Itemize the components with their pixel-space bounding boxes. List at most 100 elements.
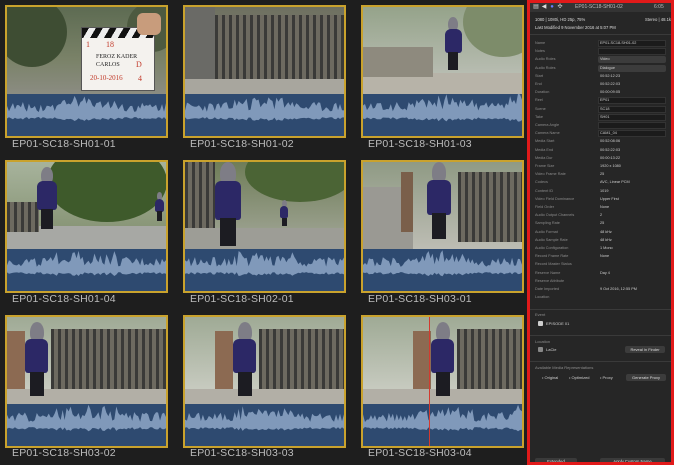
metadata-label: Audio Roles <box>535 57 556 62</box>
original-radio[interactable]: • Original <box>542 375 558 380</box>
metadata-label: Audio Roles <box>535 65 556 70</box>
metadata-label: Frame Size <box>535 164 555 168</box>
info-tab-icon[interactable]: ▤ <box>533 4 539 10</box>
metadata-label: Start <box>535 73 544 78</box>
metadata-label: Record Frame Rate <box>535 254 569 259</box>
audio-waveform <box>7 94 166 136</box>
person-body <box>155 198 164 212</box>
person-legs <box>281 217 287 227</box>
clip-name: EP01-SC18-SH01-03 <box>368 138 472 150</box>
inspector-clip-title: EP01-SC18-SH01-02 <box>575 4 623 10</box>
transform-tab-icon[interactable]: ✣ <box>557 4 563 10</box>
metadata-value: 2 <box>600 213 603 218</box>
proxy-radio[interactable]: • Proxy <box>600 375 613 380</box>
metadata-row: Take SH01 <box>535 113 666 122</box>
clip-thumbnail[interactable] <box>183 160 346 293</box>
metadata-value: 00:52:12:23 <box>600 73 621 78</box>
metadata-row: Codecs AVC, Linear PCM <box>535 179 666 187</box>
metadata-value: 9 Oct 2016, 12:55 PM <box>600 287 637 291</box>
slate-roll: 1 <box>86 40 90 49</box>
clip-name: EP01-SC18-SH03-01 <box>368 293 472 305</box>
optimized-label: Optimized <box>571 375 590 380</box>
person-legs <box>435 371 450 397</box>
metadata-value: 48 kHz <box>600 229 612 234</box>
clip-thumbnail[interactable]: 1 18 FEROZ KADER CARLOS D 20-10-2016 4 <box>5 5 168 138</box>
audio-waveform <box>185 94 344 136</box>
video-frame: 1 18 FEROZ KADER CARLOS D 20-10-2016 4 <box>7 7 166 94</box>
skimmer-playhead[interactable] <box>429 317 430 446</box>
metadata-value: SH01 <box>600 114 610 119</box>
metadata-label: Sampling Rate <box>535 221 560 226</box>
clip-thumbnail[interactable] <box>5 315 168 448</box>
audio-waveform <box>363 94 522 136</box>
clip-thumbnail[interactable] <box>5 160 168 293</box>
person-legs <box>156 211 163 221</box>
metadata-row: Content ID 1019 <box>535 188 666 196</box>
person-body <box>280 206 289 219</box>
inspector-toolbar: ▤ ◀ ● ✣ EP01-SC18-SH01-02 6:05 <box>530 3 671 12</box>
audio-waveform <box>7 249 166 291</box>
person-legs <box>40 208 53 230</box>
metadata-row: Video Frame Rate 25 <box>535 171 666 179</box>
metadata-value: 00:52:22:03 <box>600 147 621 152</box>
video-frame <box>363 162 522 249</box>
clip-name: EP01-SC18-SH01-01 <box>12 138 116 150</box>
waveform <box>185 251 344 276</box>
waveform <box>7 95 166 121</box>
metadata-row: Media End 00:52:22:03 <box>535 147 666 155</box>
person-legs <box>237 371 252 397</box>
metadata-label: Record Master Status <box>535 262 572 267</box>
metadata-label: End <box>535 82 542 86</box>
metadata-label: Video Field Dominance <box>535 196 575 201</box>
metadata-field[interactable] <box>598 48 666 56</box>
person-body <box>25 339 49 374</box>
person-body <box>233 339 257 374</box>
apply-custom-name-button[interactable]: Apply Custom Name <box>600 458 665 462</box>
metadata-row: Field Order None <box>535 204 666 212</box>
metadata-row: Sampling Rate 25 <box>535 220 666 228</box>
metadata-row: Audio Configuration 1 Mono <box>535 245 666 253</box>
optimized-radio[interactable]: • Optimized <box>569 375 590 380</box>
metadata-field[interactable] <box>598 122 666 129</box>
metadata-row: Audio Roles Dialogue <box>535 64 666 73</box>
metadata-value: 00:52:22:03 <box>600 82 621 86</box>
metadata-row: Audio Output Channels 2 <box>535 212 666 220</box>
clip-thumbnail[interactable] <box>183 5 346 138</box>
metadata-label: Audio Format <box>535 229 558 234</box>
metadata-value: SC18 <box>600 106 610 111</box>
person-body <box>427 179 451 215</box>
metadata-value: 25 <box>600 172 605 177</box>
original-label: Original <box>544 375 559 380</box>
slate-scene: 18 <box>106 40 114 49</box>
reveal-in-finder-button[interactable]: Reveal in Finder <box>625 346 665 353</box>
metadata-value: 00:00:09:05 <box>600 90 621 95</box>
metadata-label: Content ID <box>535 188 554 193</box>
metadata-label: Field Order <box>535 205 554 209</box>
extended-view-button[interactable]: Extended <box>535 458 577 462</box>
metadata-label: Audio Sample Rate <box>535 237 568 242</box>
audio-waveform <box>7 404 166 446</box>
metadata-value: None <box>600 254 610 259</box>
audio-waveform <box>363 249 522 291</box>
audio-tab-icon[interactable]: ◀ <box>541 4 547 10</box>
video-frame <box>7 317 166 404</box>
metadata-value: AVC, Linear PCM <box>600 180 630 185</box>
clip-thumbnail[interactable] <box>183 315 346 448</box>
metadata-row: Record Master Status <box>535 261 666 269</box>
metadata-label: Reserve Attribute <box>535 278 565 283</box>
clip-thumbnail[interactable] <box>361 315 524 448</box>
metadata-row: Video Field Dominance Upper First <box>535 196 666 204</box>
metadata-row: Frame Size 1920 x 1080 <box>535 163 666 171</box>
clip-thumbnail[interactable] <box>361 5 524 138</box>
metadata-value: Video <box>600 57 610 62</box>
generate-proxy-button[interactable]: Generate Proxy <box>626 374 666 381</box>
metadata-label: Date Imported <box>535 287 560 291</box>
metadata-row: Scene SC18 <box>535 105 666 114</box>
video-frame <box>185 162 344 249</box>
color-tab-icon[interactable]: ● <box>549 4 555 10</box>
clip-thumbnail[interactable] <box>361 160 524 293</box>
metadata-label: Media Dur <box>535 155 553 160</box>
drive-icon <box>538 347 543 352</box>
slate-d: D <box>136 60 142 69</box>
event-label: Event <box>535 312 546 317</box>
